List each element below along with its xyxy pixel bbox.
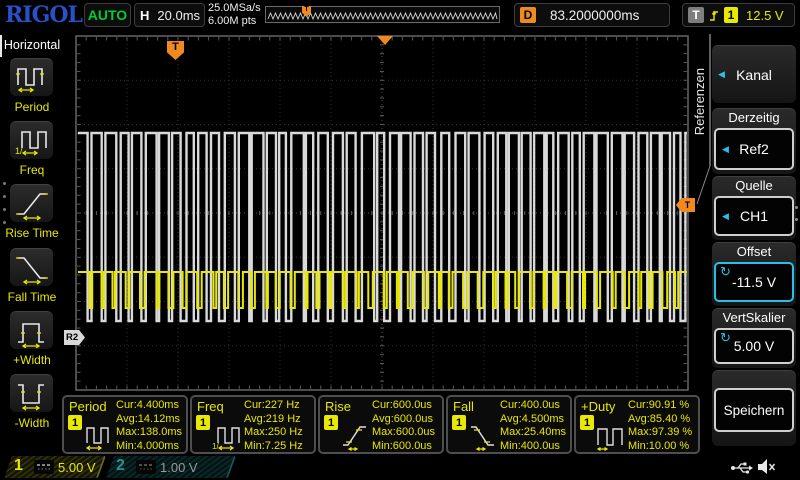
kanal-softkey[interactable]: ◀ Kanal [712,45,796,103]
period-button[interactable] [10,58,53,96]
derzeitig-value: Ref2 [739,141,769,157]
freq-meas-icon: 1/ [212,421,246,453]
kanal-label: Kanal [736,67,772,83]
ch1-status[interactable]: 1 5.00 V [4,456,98,478]
meas-channel-badge: 1 [324,415,338,430]
freq-label: Freq [0,163,64,177]
measurement-rise[interactable]: Rise 1 Cur:600.0us Avg:600.0us Max:600.0… [318,395,444,454]
oscilloscope-screen: RIGOL AUTO H 20.0ms 25.0MSa/s 6.00M pts … [0,0,800,480]
speaker-muted-icon [757,458,777,475]
quelle-value-button[interactable]: ◀ CH1 [714,196,794,236]
pwidth-button[interactable] [10,311,53,349]
left-measure-menu: Horizontal Period 1/ Freq Rise Ti [0,30,64,455]
menu-page-dot [3,208,6,211]
vertskalier-value-button[interactable]: ↻ 5.00 V [714,328,794,364]
menu-page-dot [3,182,6,185]
meas-values: Cur:400.0us Avg:4.500ms Max:25.40ms Min:… [500,399,572,453]
rotate-knob-icon: ↻ [720,330,731,346]
vertskalier-label: VertSkalier [712,310,796,325]
rotate-knob-icon: ↻ [720,264,731,280]
meas-channel-badge: 1 [196,415,210,430]
freq-button[interactable]: 1/ [10,121,53,159]
freq-icon: 1/ [15,124,49,158]
vertskalier-value: 5.00 V [734,338,774,354]
meas-channel-badge: 1 [452,415,466,430]
derzeitig-label: Derzeitig [712,110,796,125]
nwidth-button[interactable] [10,374,53,412]
ch1-scale: 5.00 V [58,460,96,475]
pduty-meas-icon [596,421,630,453]
quelle-value: CH1 [740,208,768,224]
quelle-label: Quelle [712,178,796,193]
meas-title: Fall [453,399,474,414]
usb-icon [730,460,754,476]
meas-title: Freq [197,399,224,414]
rise-time-button[interactable] [10,184,53,222]
period-icon [15,61,49,95]
menu-page-dot [3,195,6,198]
right-softkey-menu: Referenzen ◀ Kanal Derzeitig ◀ Ref2 Quel… [688,30,800,455]
meas-title: Rise [325,399,351,414]
meas-title: +Duty [581,399,615,414]
menu-page-dot [795,218,798,221]
back-arrow-icon: ◀ [722,211,729,222]
offset-label: Offset [712,244,796,259]
rise-time-label: Rise Time [0,226,64,240]
derzeitig-value-button[interactable]: ◀ Ref2 [714,128,794,170]
ref2-marker-text: R2 [66,332,78,343]
meas-values: Cur:600.0us Avg:600.0us Max:600.0us Min:… [372,399,444,453]
measurement-fall[interactable]: Fall 1 Cur:400.0us Avg:4.500ms Max:25.40… [446,395,572,454]
ref-menu-tab: Referenzen [688,36,710,168]
measurement-pduty[interactable]: +Duty 1 Cur:90.91 % Avg:85.40 % Max:97.3… [574,395,700,454]
measurement-period[interactable]: Period 1 Cur:4.400ms Avg:14.12ms Max:138… [62,395,188,454]
nwidth-label: -Width [0,416,64,430]
menu-page-dot [795,206,798,209]
ch2-status[interactable]: 2 1.00 V [106,456,228,478]
trigger-position-triangle-icon [377,36,393,45]
nwidth-icon [15,377,49,411]
period-meas-icon [84,421,118,453]
meas-channel-badge: 1 [68,415,82,430]
measurement-freq[interactable]: Freq 1 1/ Cur:227 Hz Avg:219 Hz Max:250 … [190,395,316,454]
meas-values: Cur:90.91 % Avg:85.40 % Max:97.39 % Min:… [628,399,700,453]
fall-time-label: Fall Time [0,290,64,304]
meas-values: Cur:227 Hz Avg:219 Hz Max:250 Hz Min:7.2… [244,399,316,453]
svg-text:1/: 1/ [212,442,219,451]
speichern-label: Speichern [724,403,785,418]
period-label: Period [0,100,64,114]
fall-time-icon [15,251,49,285]
pwidth-label: +Width [0,353,64,367]
menu-page-dot [3,221,6,224]
left-menu-title: Horizontal [0,38,64,52]
back-arrow-icon: ◀ [718,69,725,80]
ch2-number: 2 [116,457,125,475]
svg-text:1/: 1/ [15,146,23,156]
speichern-button[interactable]: Speichern [714,388,794,432]
ch1-number: 1 [14,457,23,475]
offset-value-button[interactable]: ↻ -11.5 V [714,262,794,302]
meas-values: Cur:4.400ms Avg:14.12ms Max:138.0ms Min:… [116,399,188,453]
back-arrow-icon: ◀ [722,144,729,155]
ch2-coupling-icon [136,460,156,474]
ch2-scale: 1.00 V [160,460,198,475]
ref-menu-tab-title: Referenzen [692,68,707,135]
rise-meas-icon [340,421,374,453]
meas-channel-badge: 1 [580,415,594,430]
offset-value: -11.5 V [732,274,776,290]
meas-title: Period [69,399,107,414]
fall-meas-icon [468,421,502,453]
fall-time-button[interactable] [10,248,53,286]
ch1-coupling-icon [34,460,54,474]
rise-time-icon [15,187,49,221]
pwidth-icon [15,314,49,348]
